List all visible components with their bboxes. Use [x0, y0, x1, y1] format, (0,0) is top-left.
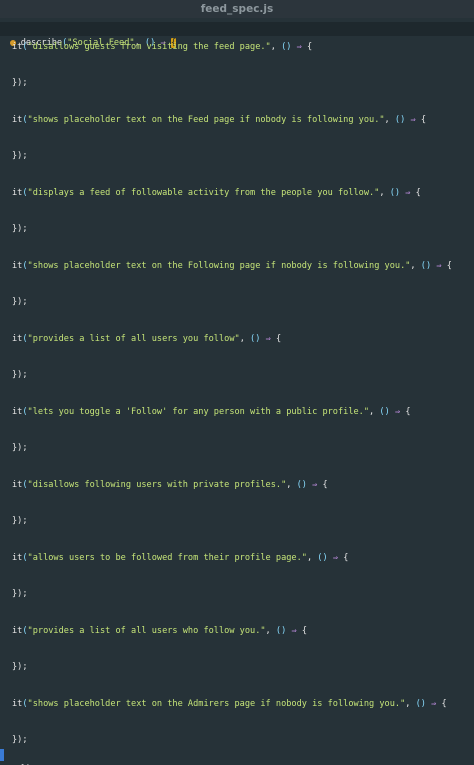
arrow-operator: ⇒ [410, 115, 416, 125]
separator: , [379, 188, 390, 198]
test-case-close[interactable]: }); [0, 368, 474, 382]
test-name: "provides a list of all users who follow… [27, 626, 266, 636]
it-keyword: it [12, 334, 23, 344]
block-close: }); [12, 224, 28, 234]
test-case-line[interactable]: it("displays a feed of followable activi… [0, 186, 474, 200]
arrow-operator: ⇒ [291, 626, 297, 636]
test-case-line[interactable]: it("provides a list of all users who fol… [0, 624, 474, 638]
text-cursor [0, 749, 4, 761]
it-keyword: it [12, 42, 23, 52]
test-case-line[interactable]: it("provides a list of all users you fol… [0, 332, 474, 346]
separator: , [286, 480, 297, 490]
arrow-operator: ⇒ [431, 699, 437, 709]
test-case-line[interactable]: it("shows placeholder text on the Follow… [0, 259, 474, 273]
test-case-close[interactable]: }); [0, 514, 474, 528]
test-name: "allows users to be followed from their … [27, 553, 307, 563]
separator: , [270, 42, 282, 52]
code-line-describe-close[interactable]: }); [0, 748, 474, 765]
arrow-operator: ⇒ [405, 188, 411, 198]
separator: , [384, 115, 395, 125]
it-keyword: it [12, 407, 23, 417]
code-editor[interactable]: describe("Social Feed", () ⇒ { it("disal… [0, 18, 474, 765]
separator: , [405, 699, 416, 709]
brace-open: { [301, 626, 308, 636]
test-case-line[interactable]: it("shows placeholder text on the Feed p… [0, 113, 474, 127]
arrow-params: () [394, 115, 406, 125]
it-keyword: it [12, 115, 23, 125]
arrow-operator: ⇒ [394, 407, 401, 417]
arrow-operator: ⇒ [312, 480, 318, 490]
arrow-params: () [281, 42, 292, 52]
brace-open: { [307, 42, 313, 52]
separator: , [410, 261, 421, 271]
separator: , [306, 553, 318, 563]
arrow-params: () [389, 188, 401, 198]
block-close: }); [12, 151, 28, 161]
block-close: }); [12, 589, 28, 599]
block-close: }); [12, 735, 28, 745]
block-close: }); [12, 370, 28, 380]
it-keyword: it [12, 699, 23, 709]
test-case-close[interactable]: }); [0, 441, 474, 455]
arrow-params: () [379, 407, 390, 417]
test-name: "shows placeholder text on the Admirers … [27, 699, 406, 709]
block-close: }); [12, 78, 28, 88]
test-name: "lets you toggle a 'Follow' for any pers… [27, 407, 370, 417]
test-case-close[interactable]: }); [0, 76, 474, 90]
test-case-line[interactable]: it("allows users to be followed from the… [0, 551, 474, 565]
block-close: }); [12, 443, 28, 453]
it-keyword: it [12, 188, 23, 198]
code-line-describe[interactable]: describe("Social Feed", () ⇒ { [0, 22, 474, 48]
brace-open: { [405, 407, 411, 417]
test-case-close[interactable]: }); [0, 149, 474, 163]
block-close: }); [12, 516, 28, 526]
arrow-operator: ⇒ [436, 261, 442, 271]
test-case-close[interactable]: }); [0, 733, 474, 747]
it-keyword: it [12, 480, 23, 490]
brace-open: { [415, 188, 421, 198]
test-name: "displays a feed of followable activity … [27, 188, 380, 198]
separator: , [369, 407, 380, 417]
test-name: "disallows following users with private … [27, 480, 287, 490]
arrow-params: () [250, 334, 261, 344]
test-case-line[interactable]: it("lets you toggle a 'Follow' for any p… [0, 405, 474, 419]
test-case-close[interactable]: }); [0, 222, 474, 236]
test-case-line[interactable]: it("disallows following users with priva… [0, 478, 474, 492]
it-keyword: it [12, 261, 23, 271]
block-close: }); [12, 662, 28, 672]
test-name: "disallows guests from visiting the feed… [27, 42, 271, 52]
arrow-operator: ⇒ [296, 42, 302, 52]
test-name: "shows placeholder text on the Following… [27, 261, 411, 271]
separator: , [265, 626, 276, 636]
block-close: }); [12, 297, 28, 307]
window-title: feed_spec.js [0, 0, 474, 18]
arrow-params: () [415, 699, 426, 709]
arrow-params: () [420, 261, 432, 271]
brace-open: { [322, 480, 328, 490]
brace-open: { [343, 553, 349, 563]
it-keyword: it [12, 626, 23, 636]
brace-open: { [275, 334, 282, 344]
test-case-close[interactable]: }); [0, 587, 474, 601]
test-name: "provides a list of all users you follow… [27, 334, 240, 344]
brace-open: { [441, 699, 447, 709]
test-name: "shows placeholder text on the Feed page… [27, 115, 385, 125]
test-case-close[interactable]: }); [0, 295, 474, 309]
arrow-params: () [317, 553, 328, 563]
it-keyword: it [12, 553, 23, 563]
test-case-line[interactable]: it("shows placeholder text on the Admire… [0, 697, 474, 711]
separator: , [239, 334, 251, 344]
brace-open: { [446, 261, 452, 271]
arrow-operator: ⇒ [332, 553, 339, 563]
test-case-line[interactable]: it("disallows guests from visiting the f… [0, 40, 474, 54]
test-case-close[interactable]: }); [0, 660, 474, 674]
arrow-params: () [296, 480, 307, 490]
arrow-params: () [275, 626, 287, 636]
arrow-operator: ⇒ [265, 334, 271, 344]
brace-open: { [420, 115, 427, 125]
